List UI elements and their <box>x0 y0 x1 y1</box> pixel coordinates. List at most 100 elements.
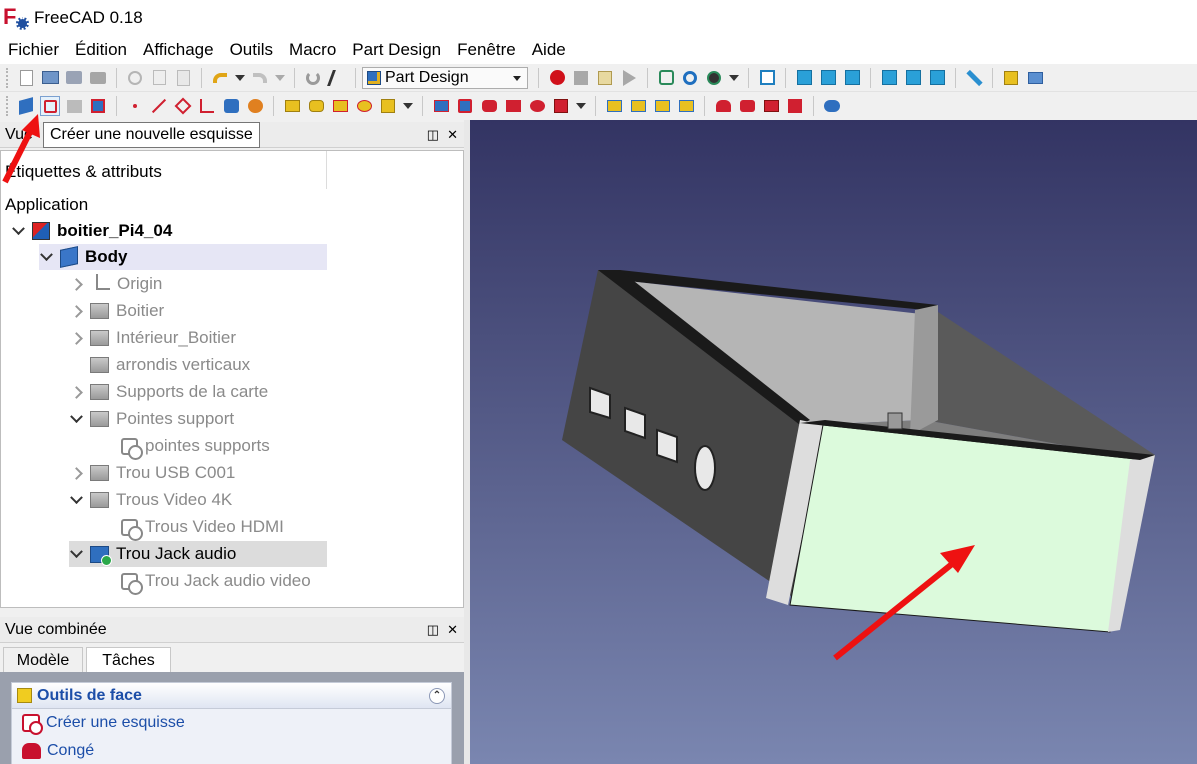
additive-loft-icon[interactable] <box>330 96 350 116</box>
pocket-icon[interactable] <box>431 96 451 116</box>
menu-macro[interactable]: Macro <box>289 40 336 60</box>
tab-modele[interactable]: Modèle <box>3 647 83 673</box>
menu-part-design[interactable]: Part Design <box>352 40 441 60</box>
collapse-arrow-icon[interactable] <box>69 547 83 561</box>
view-rear-icon[interactable] <box>879 68 899 88</box>
fillet-icon[interactable] <box>713 96 733 116</box>
expand-arrow-icon[interactable] <box>69 304 83 318</box>
task-fillet[interactable]: Congé <box>12 737 451 764</box>
tree-item-boitier[interactable]: Boitier <box>69 298 164 324</box>
additive-pipe-icon[interactable] <box>354 96 374 116</box>
tree-item-supports-carte[interactable]: Supports de la carte <box>69 379 268 405</box>
collapse-arrow-icon[interactable] <box>11 224 25 238</box>
collapse-arrow-icon[interactable] <box>69 493 83 507</box>
tree-section-application[interactable]: Application <box>5 192 88 218</box>
datum-plane-icon[interactable] <box>173 96 193 116</box>
new-document-button[interactable] <box>16 68 36 88</box>
open-button[interactable] <box>40 68 60 88</box>
expand-arrow-icon[interactable] <box>69 277 83 291</box>
cut-icon[interactable] <box>125 68 145 88</box>
refresh-icon[interactable] <box>303 68 323 88</box>
view-front-icon[interactable] <box>794 68 814 88</box>
menu-aide[interactable]: Aide <box>532 40 566 60</box>
macro-stop-icon[interactable] <box>571 68 591 88</box>
chamfer-icon[interactable] <box>737 96 757 116</box>
collapse-arrow-icon[interactable] <box>39 250 53 264</box>
tree-item-trou-jack-audio[interactable]: Trou Jack audio <box>69 541 327 567</box>
datum-point-icon[interactable] <box>125 96 145 116</box>
datum-line-icon[interactable] <box>149 96 169 116</box>
measure-distance-icon[interactable] <box>964 68 984 88</box>
tree-item-pointes-supports-sketch[interactable]: pointes supports <box>121 433 270 460</box>
tree-item-origin[interactable]: Origin <box>69 271 162 297</box>
print-button[interactable] <box>88 68 108 88</box>
toolbar-grip[interactable] <box>6 67 10 88</box>
thickness-icon[interactable] <box>785 96 805 116</box>
subtractive-pipe-icon[interactable] <box>527 96 547 116</box>
expand-arrow-icon[interactable] <box>69 331 83 345</box>
menu-outils[interactable]: Outils <box>230 40 273 60</box>
fit-all-icon[interactable] <box>656 68 676 88</box>
draw-style-icon[interactable] <box>704 68 724 88</box>
expand-arrow-icon[interactable] <box>69 466 83 480</box>
task-box-header[interactable]: Outils de face ⌃ <box>12 683 451 709</box>
view-right-icon[interactable] <box>842 68 862 88</box>
subtractive-primitive-dropdown-icon[interactable] <box>576 103 586 109</box>
sub-shape-binder-icon[interactable] <box>245 96 265 116</box>
create-part-icon[interactable] <box>1001 68 1021 88</box>
tree-item-pointes-support[interactable]: Pointes support <box>69 406 234 432</box>
tree-item-body[interactable]: Body <box>39 244 327 270</box>
macro-play-icon[interactable] <box>619 68 639 88</box>
boolean-icon[interactable] <box>822 96 842 116</box>
tab-taches[interactable]: Tâches <box>86 647 171 673</box>
tree-item-document[interactable]: boitier_Pi4_04 <box>11 218 172 244</box>
undo-icon[interactable] <box>210 68 230 88</box>
tree-item-trous-video-4k[interactable]: Trous Video 4K <box>69 487 232 513</box>
expand-arrow-icon[interactable] <box>69 385 83 399</box>
view-left-icon[interactable] <box>927 68 947 88</box>
linear-pattern-icon[interactable] <box>628 96 648 116</box>
3d-view[interactable] <box>470 120 1197 764</box>
tree-item-trou-jack-audio-video[interactable]: Trou Jack audio video <box>121 568 311 595</box>
redo-dropdown-icon[interactable] <box>275 74 285 81</box>
additive-box-icon[interactable] <box>378 96 398 116</box>
selected-face[interactable] <box>789 424 1146 633</box>
close-panel-icon[interactable]: ✕ <box>447 622 458 638</box>
redo-icon[interactable] <box>250 68 270 88</box>
close-panel-icon[interactable]: ✕ <box>447 127 458 143</box>
revolution-icon[interactable] <box>306 96 326 116</box>
view-bottom-icon[interactable] <box>903 68 923 88</box>
undo-dropdown-icon[interactable] <box>235 74 245 81</box>
hole-icon[interactable] <box>455 96 475 116</box>
tree-item-arrondis-verticaux[interactable]: arrondis verticaux <box>69 352 250 378</box>
view-isometric-icon[interactable] <box>757 68 777 88</box>
pad-icon[interactable] <box>282 96 302 116</box>
subtractive-box-icon[interactable] <box>551 96 571 116</box>
float-panel-icon[interactable]: ◫ <box>427 127 439 143</box>
create-group-icon[interactable] <box>1025 68 1045 88</box>
groove-icon[interactable] <box>479 96 499 116</box>
collapse-icon[interactable]: ⌃ <box>429 688 445 704</box>
collapse-arrow-icon[interactable] <box>69 412 83 426</box>
whats-this-icon[interactable] <box>327 68 347 88</box>
additive-primitive-dropdown-icon[interactable] <box>403 103 413 109</box>
macro-edit-icon[interactable] <box>595 68 615 88</box>
menu-edition[interactable]: Édition <box>75 40 127 60</box>
shape-binder-icon[interactable] <box>88 96 108 116</box>
macro-record-icon[interactable] <box>547 68 567 88</box>
multi-transform-icon[interactable] <box>676 96 696 116</box>
draw-style-dropdown-icon[interactable] <box>729 74 739 81</box>
menu-fichier[interactable]: Fichier <box>8 40 59 60</box>
mirrored-icon[interactable] <box>604 96 624 116</box>
task-create-sketch[interactable]: Créer une esquisse <box>12 709 451 737</box>
tree-item-trou-usb[interactable]: Trou USB C001 <box>69 460 235 486</box>
tree-item-interieur-boitier[interactable]: Intérieur_Boitier <box>69 325 236 351</box>
paste-icon[interactable] <box>173 68 193 88</box>
fit-selection-icon[interactable] <box>680 68 700 88</box>
clone-icon[interactable] <box>221 96 241 116</box>
menu-fenetre[interactable]: Fenêtre <box>457 40 516 60</box>
view-top-icon[interactable] <box>818 68 838 88</box>
subtractive-loft-icon[interactable] <box>503 96 523 116</box>
copy-icon[interactable] <box>149 68 169 88</box>
draft-icon[interactable] <box>761 96 781 116</box>
